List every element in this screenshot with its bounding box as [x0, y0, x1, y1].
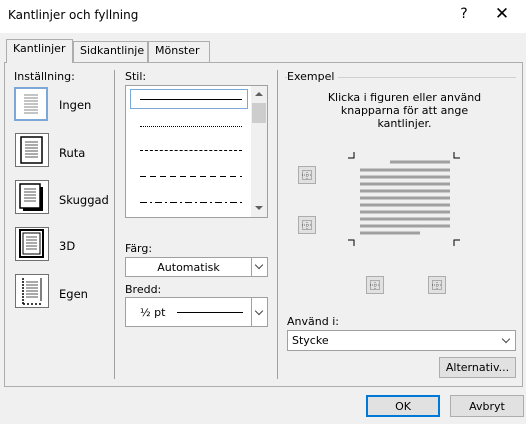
color-heading: Färg:: [125, 242, 153, 255]
apply-to-select[interactable]: Stycke: [287, 330, 516, 351]
border-3d-icon: [19, 229, 44, 258]
left-border-button[interactable]: [366, 276, 384, 294]
bottom-border-button[interactable]: [298, 216, 316, 234]
chevron-down-icon: [254, 260, 264, 270]
options-button[interactable]: Alternativ...: [439, 357, 516, 378]
preview-instructions: Klicka i figuren eller använd knapparna …: [327, 91, 482, 130]
tab-sidkantlinje[interactable]: Sidkantlinje: [73, 41, 148, 62]
border-none-icon: [24, 94, 38, 114]
border-shadow-icon: [19, 183, 43, 211]
setting-3d-label: 3D: [59, 239, 76, 253]
tab-label: Mönster: [155, 44, 200, 57]
style-option-dashed-small[interactable]: [140, 150, 242, 151]
style-list[interactable]: [125, 85, 268, 218]
setting-custom-button[interactable]: [15, 274, 49, 308]
apply-to-heading: Använd i:: [287, 315, 339, 328]
scroll-thumb[interactable]: [252, 103, 266, 123]
cancel-button[interactable]: Avbryt: [450, 395, 524, 417]
setting-3d-button[interactable]: [15, 227, 49, 261]
top-border-button[interactable]: [298, 166, 316, 184]
tab-monster[interactable]: Mönster: [148, 41, 210, 62]
setting-box-button[interactable]: [15, 133, 49, 167]
setting-none-button[interactable]: [14, 87, 48, 121]
width-heading: Bredd:: [125, 283, 162, 296]
chevron-down-icon: [501, 334, 511, 344]
setting-custom-label: Egen: [59, 287, 88, 301]
setting-shadow-button[interactable]: [15, 180, 49, 214]
width-value: ½ pt: [140, 306, 166, 319]
style-option-dash-dot[interactable]: [140, 202, 242, 203]
preview-heading: Exempel: [287, 70, 339, 83]
setting-box-label: Ruta: [59, 146, 86, 160]
color-select[interactable]: Automatisk: [125, 257, 268, 277]
tab-kantlinjer[interactable]: Kantlinjer: [6, 39, 73, 63]
right-border-button[interactable]: [428, 276, 446, 294]
setting-shadow-label: Skuggad: [59, 193, 109, 207]
help-button[interactable]: ?: [458, 6, 470, 22]
color-value: Automatisk: [157, 261, 220, 274]
settings-heading: Inställning:: [14, 70, 75, 83]
close-button[interactable]: ✕: [494, 4, 510, 24]
tab-label: Sidkantlinje: [80, 44, 145, 57]
setting-none-label: Ingen: [59, 98, 92, 112]
style-option-dashed[interactable]: [140, 176, 242, 177]
border-left-icon: [370, 280, 380, 290]
apply-to-dropdown-button[interactable]: [499, 331, 515, 350]
apply-to-value: Stycke: [292, 334, 329, 347]
style-heading: Stil:: [125, 70, 147, 83]
style-option-solid[interactable]: [140, 99, 242, 100]
scroll-down-icon[interactable]: [255, 206, 263, 210]
border-box-icon: [20, 136, 43, 164]
preview-figure[interactable]: [346, 150, 462, 248]
ok-button[interactable]: OK: [366, 395, 440, 417]
border-bottom-icon: [302, 220, 312, 230]
border-top-icon: [302, 170, 312, 180]
scroll-up-icon[interactable]: [255, 92, 263, 96]
border-right-icon: [432, 280, 442, 290]
width-dropdown-button[interactable]: [251, 298, 267, 326]
dialog-title: Kantlinjer och fyllning: [8, 8, 139, 22]
style-scrollbar[interactable]: [251, 86, 267, 217]
width-line-preview: [177, 312, 243, 313]
chevron-down-icon: [254, 306, 264, 316]
tab-label: Kantlinjer: [13, 42, 66, 55]
border-custom-icon: [22, 278, 42, 305]
divider: [114, 70, 115, 379]
width-select[interactable]: ½ pt: [125, 297, 268, 327]
color-dropdown-button[interactable]: [251, 258, 267, 276]
divider: [277, 70, 278, 379]
style-option-dotted[interactable]: [140, 126, 242, 127]
